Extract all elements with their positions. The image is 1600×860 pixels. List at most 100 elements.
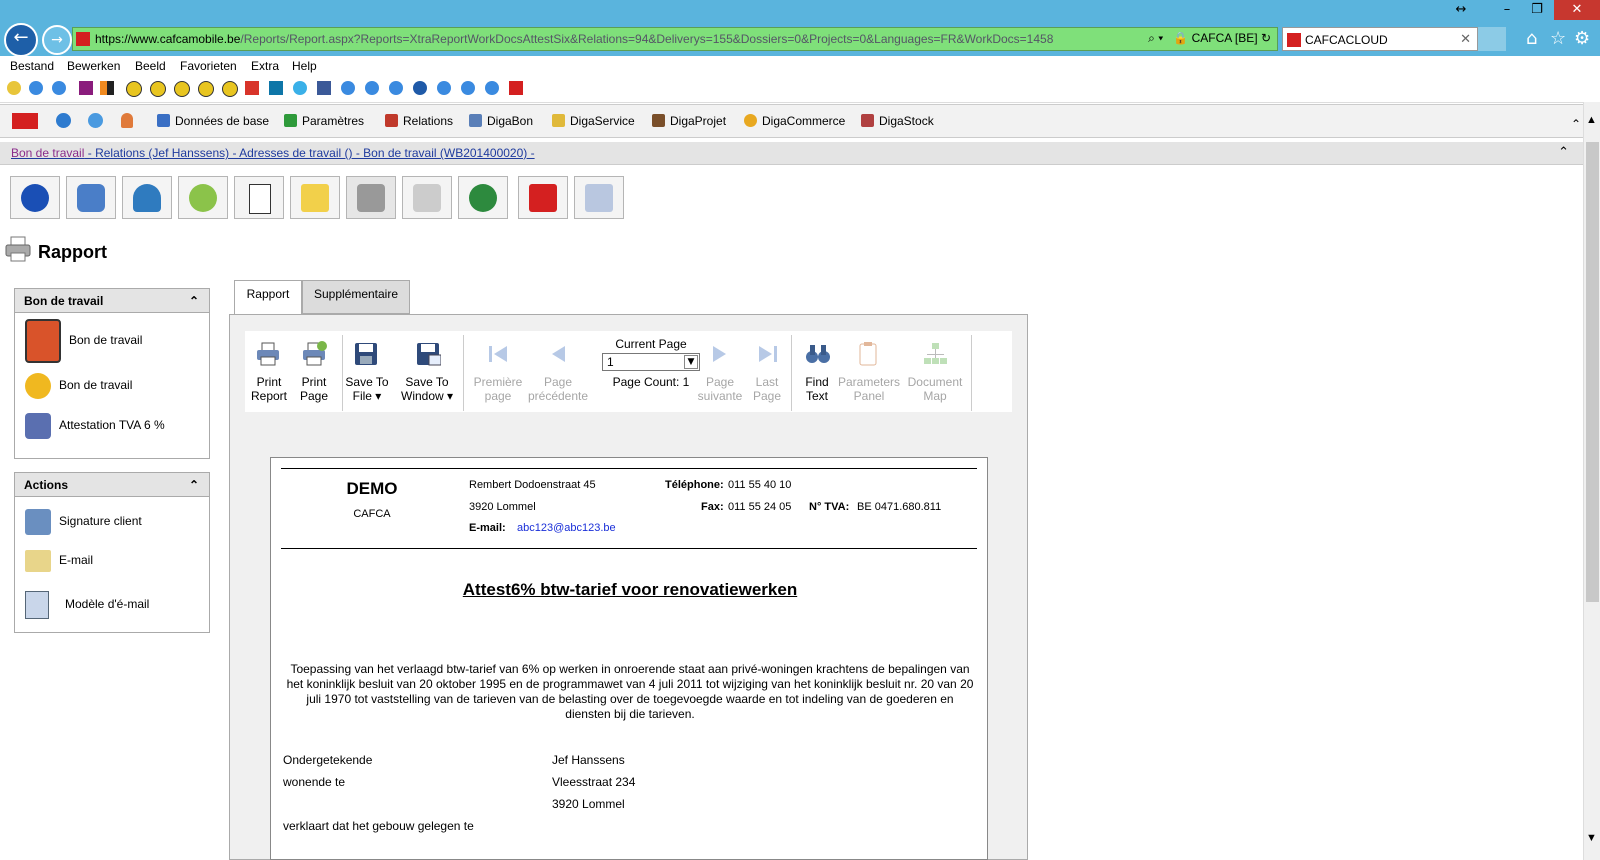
ie-link-icon[interactable] [461,81,475,95]
sync-icon[interactable] [88,113,103,128]
bookmark-icon[interactable] [222,81,238,97]
menu-help[interactable]: Help [292,59,317,73]
facebook-icon[interactable] [317,81,331,95]
bookmark-icon[interactable] [174,81,190,97]
linkedin-icon[interactable] [269,81,283,95]
collapse-icon[interactable]: ⌃ [189,289,199,313]
next-page-button[interactable]: Page suivante [695,375,745,403]
site-identity[interactable]: CAFCA [BE] [1192,31,1258,45]
collapse-icon[interactable]: ⌃ [189,473,199,497]
web-module-button[interactable] [458,176,508,219]
current-page-select[interactable]: 1 ▼ [602,353,700,371]
scroll-up-icon[interactable]: ▲ [1586,114,1597,126]
collapse-icon[interactable]: ⌃ [1558,144,1569,160]
cafca-logo[interactable] [12,113,38,129]
scroll-up-icon[interactable]: ⌃ [1571,117,1581,131]
bookmark-icon[interactable] [198,81,214,97]
action-e-mail[interactable]: E-mail [25,550,93,572]
scroll-down-icon[interactable]: ▼ [1586,832,1597,844]
tab-rapport[interactable]: Rapport [234,280,302,315]
minimize-button[interactable]: – [1492,0,1522,20]
ie-link-icon[interactable] [341,81,355,95]
h-logo-icon[interactable] [79,81,93,95]
twitter-icon[interactable] [293,81,307,95]
bookmark-icon[interactable] [126,81,142,97]
app-menu-digaservice[interactable]: DigaService [552,114,635,128]
first-page-button[interactable]: Première page [471,375,525,403]
cafca-logo-icon[interactable] [509,81,523,95]
previous-page-button[interactable]: Page précédente [527,375,589,403]
app-menu-digastock[interactable]: DigaStock [861,114,934,128]
lock-icon[interactable]: 🔒 [1173,31,1188,45]
scrollbar-thumb[interactable] [1586,142,1599,602]
app-menu-donnees-de-base[interactable]: Données de base [157,114,269,128]
tab-close-icon[interactable]: ✕ [1460,31,1471,47]
resize-icon[interactable]: ↔ [1446,0,1476,20]
restore-button[interactable]: ❐ [1522,0,1552,20]
forward-button[interactable]: → [42,25,72,55]
app-menu-digabon[interactable]: DigaBon [469,114,533,128]
address-bar[interactable]: https://www.cafcamobile.be/Reports/Repor… [72,27,1278,51]
breadcrumb[interactable]: Bon de travail - Relations (Jef Hanssens… [11,146,535,160]
app-menu-digacommerce[interactable]: DigaCommerce [744,114,845,128]
globe-icon[interactable] [413,81,427,95]
info-module-button[interactable] [10,176,60,219]
globe-icon[interactable] [56,113,71,128]
favorites-star-icon[interactable] [7,81,21,95]
document-map-button[interactable]: Document Map [907,375,963,403]
back-button[interactable]: ← [4,23,38,57]
find-text-button[interactable]: Find Text [797,375,837,403]
action-modele-email[interactable]: Modèle d'é-mail [25,591,149,619]
menu-extra[interactable]: Extra [251,59,279,73]
breadcrumb-first[interactable]: Bon de travail [11,146,84,160]
save-to-file-button[interactable]: Save To File ▾ [345,375,389,403]
last-page-button[interactable]: Last Page [747,375,787,403]
cafca-module-button[interactable] [518,176,568,219]
menu-beeld[interactable]: Beeld [135,59,166,73]
settings-gear-icon[interactable]: ⚙ [1574,28,1590,49]
ie-link-icon[interactable] [485,81,499,95]
app-menu-relations[interactable]: Relations [385,114,453,128]
ie-link-icon[interactable] [365,81,379,95]
panel-header[interactable]: Bon de travail ⌃ [15,289,209,313]
action-signature-client[interactable]: Signature client [25,509,142,535]
app-menu-parametres[interactable]: Paramètres [284,114,364,128]
save-to-window-button[interactable]: Save To Window ▾ [401,375,453,403]
menu-bestand[interactable]: Bestand [10,59,54,73]
chevron-down-icon[interactable]: ▼ [684,355,698,369]
bookmark-icon[interactable] [100,81,114,95]
menu-favorieten[interactable]: Favorieten [180,59,237,73]
panel-header[interactable]: Actions ⌃ [15,473,209,497]
close-window-button[interactable]: ✕ [1554,0,1600,20]
refresh-icon[interactable]: ↻ [1261,31,1271,45]
user-icon[interactable] [121,113,133,128]
breadcrumb-rest[interactable]: Relations (Jef Hanssens) - Adresses de t… [95,146,535,160]
print-page-button[interactable]: Print Page [295,375,333,403]
ie-link-icon[interactable] [29,81,43,95]
print-report-button[interactable]: Print Report [249,375,289,403]
app-menu-digaprojet[interactable]: DigaProjet [652,114,726,128]
url-text[interactable]: https://www.cafcamobile.be/Reports/Repor… [95,32,1053,46]
search-icon[interactable]: ⌕ ▾ [1148,31,1163,45]
settings-document-module-button[interactable] [574,176,624,219]
vehicle-module-button[interactable] [66,176,116,219]
energy-module-button[interactable] [178,176,228,219]
person-module-button[interactable] [122,176,172,219]
new-tab-button[interactable] [1478,27,1506,51]
google-plus-icon[interactable] [245,81,259,95]
ie-link-icon[interactable] [437,81,451,95]
ie-link-icon[interactable] [52,81,66,95]
folder-module-button[interactable] [290,176,340,219]
menu-bewerken[interactable]: Bewerken [67,59,120,73]
tab-supplementaire[interactable]: Supplémentaire [302,280,410,314]
company-email[interactable]: abc123@abc123.be [517,522,616,534]
browser-tab[interactable]: CAFCACLOUD ✕ [1282,27,1478,51]
home-icon[interactable]: ⌂ [1526,28,1537,49]
timesheet-module-button[interactable] [402,176,452,219]
print-module-button[interactable] [346,176,396,219]
parameters-panel-button[interactable]: Parameters Panel [837,375,901,403]
page-scrollbar[interactable]: ▲ ▼ [1583,102,1600,860]
document-module-button[interactable] [234,176,284,219]
favorites-star-icon[interactable]: ☆ [1550,28,1566,49]
panel-item-bon-de-travail-euro[interactable]: Bon de travail [25,373,132,399]
